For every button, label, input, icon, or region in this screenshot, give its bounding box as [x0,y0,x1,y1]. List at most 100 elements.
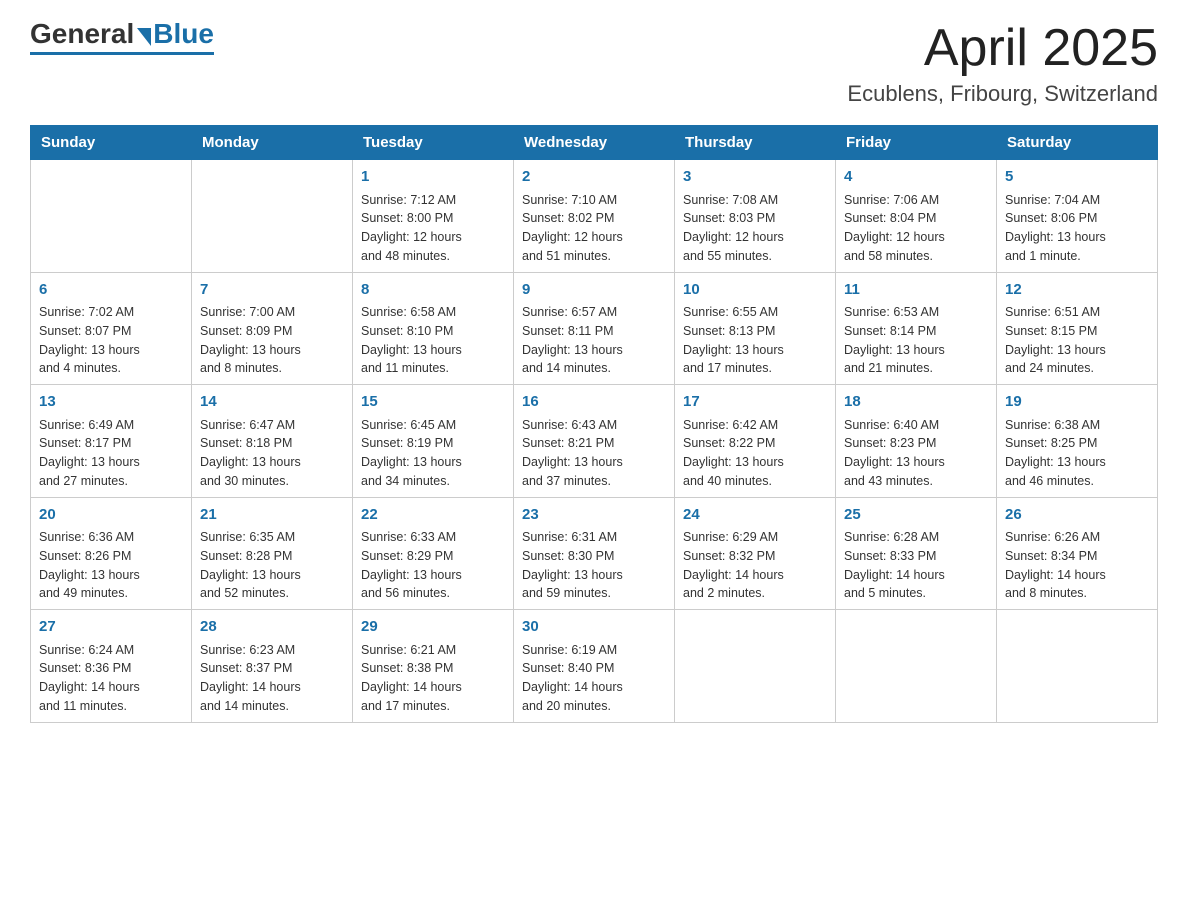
day-info: Sunrise: 7:08 AM [683,191,827,210]
day-info: and 37 minutes. [522,472,666,491]
cell-content: 2Sunrise: 7:10 AMSunset: 8:02 PMDaylight… [522,166,666,266]
day-number: 7 [200,279,344,302]
calendar-cell: 4Sunrise: 7:06 AMSunset: 8:04 PMDaylight… [836,160,997,273]
day-info: Sunset: 8:02 PM [522,209,666,228]
day-number: 23 [522,504,666,527]
cell-content: 7Sunrise: 7:00 AMSunset: 8:09 PMDaylight… [200,279,344,379]
day-info: and 11 minutes. [361,359,505,378]
day-info: Sunset: 8:21 PM [522,434,666,453]
calendar-cell: 14Sunrise: 6:47 AMSunset: 8:18 PMDayligh… [192,385,353,498]
cell-content: 5Sunrise: 7:04 AMSunset: 8:06 PMDaylight… [1005,166,1149,266]
day-info: and 27 minutes. [39,472,183,491]
day-number: 9 [522,279,666,302]
day-number: 3 [683,166,827,189]
day-info: Daylight: 13 hours [683,453,827,472]
calendar-cell: 10Sunrise: 6:55 AMSunset: 8:13 PMDayligh… [675,272,836,385]
cell-content: 4Sunrise: 7:06 AMSunset: 8:04 PMDaylight… [844,166,988,266]
calendar-cell: 27Sunrise: 6:24 AMSunset: 8:36 PMDayligh… [31,610,192,723]
day-info: Sunset: 8:32 PM [683,547,827,566]
logo-general-text: General [30,20,134,48]
day-info: Sunrise: 6:29 AM [683,528,827,547]
day-info: Sunset: 8:10 PM [361,322,505,341]
day-info: and 24 minutes. [1005,359,1149,378]
day-info: Sunset: 8:36 PM [39,659,183,678]
logo-triangle-icon [137,28,151,46]
day-info: Sunrise: 6:58 AM [361,303,505,322]
cell-content: 8Sunrise: 6:58 AMSunset: 8:10 PMDaylight… [361,279,505,379]
day-info: Sunset: 8:22 PM [683,434,827,453]
calendar-cell: 26Sunrise: 6:26 AMSunset: 8:34 PMDayligh… [997,497,1158,610]
day-info: and 1 minute. [1005,247,1149,266]
day-number: 18 [844,391,988,414]
day-info: Sunset: 8:17 PM [39,434,183,453]
calendar-cell [836,610,997,723]
day-info: and 58 minutes. [844,247,988,266]
day-info: Daylight: 14 hours [361,678,505,697]
calendar-cell: 11Sunrise: 6:53 AMSunset: 8:14 PMDayligh… [836,272,997,385]
cell-content: 19Sunrise: 6:38 AMSunset: 8:25 PMDayligh… [1005,391,1149,491]
day-number: 25 [844,504,988,527]
day-info: Sunrise: 7:06 AM [844,191,988,210]
day-info: Daylight: 13 hours [361,453,505,472]
calendar-cell: 17Sunrise: 6:42 AMSunset: 8:22 PMDayligh… [675,385,836,498]
day-info: Daylight: 13 hours [844,341,988,360]
calendar-cell: 7Sunrise: 7:00 AMSunset: 8:09 PMDaylight… [192,272,353,385]
day-info: and 40 minutes. [683,472,827,491]
calendar-cell: 30Sunrise: 6:19 AMSunset: 8:40 PMDayligh… [514,610,675,723]
day-info: and 52 minutes. [200,584,344,603]
cell-content: 27Sunrise: 6:24 AMSunset: 8:36 PMDayligh… [39,616,183,716]
title-section: April 2025 Ecublens, Fribourg, Switzerla… [847,20,1158,107]
day-info: Sunset: 8:14 PM [844,322,988,341]
day-info: Daylight: 13 hours [1005,453,1149,472]
weekday-header-wednesday: Wednesday [514,126,675,160]
cell-content: 6Sunrise: 7:02 AMSunset: 8:07 PMDaylight… [39,279,183,379]
day-info: Sunrise: 6:47 AM [200,416,344,435]
day-info: Daylight: 13 hours [844,453,988,472]
day-info: Sunset: 8:37 PM [200,659,344,678]
day-info: Daylight: 12 hours [522,228,666,247]
calendar-cell: 8Sunrise: 6:58 AMSunset: 8:10 PMDaylight… [353,272,514,385]
calendar-cell: 28Sunrise: 6:23 AMSunset: 8:37 PMDayligh… [192,610,353,723]
day-info: Sunset: 8:06 PM [1005,209,1149,228]
cell-content: 11Sunrise: 6:53 AMSunset: 8:14 PMDayligh… [844,279,988,379]
cell-content: 22Sunrise: 6:33 AMSunset: 8:29 PMDayligh… [361,504,505,604]
day-number: 8 [361,279,505,302]
weekday-header-sunday: Sunday [31,126,192,160]
day-info: and 8 minutes. [1005,584,1149,603]
day-info: Sunset: 8:15 PM [1005,322,1149,341]
day-info: Daylight: 13 hours [361,341,505,360]
day-info: Sunrise: 6:31 AM [522,528,666,547]
day-info: Sunrise: 6:36 AM [39,528,183,547]
day-info: and 30 minutes. [200,472,344,491]
day-info: Daylight: 14 hours [522,678,666,697]
day-info: Sunset: 8:33 PM [844,547,988,566]
day-info: and 8 minutes. [200,359,344,378]
calendar-header-row: SundayMondayTuesdayWednesdayThursdayFrid… [31,126,1158,160]
calendar-cell: 23Sunrise: 6:31 AMSunset: 8:30 PMDayligh… [514,497,675,610]
day-number: 6 [39,279,183,302]
day-number: 29 [361,616,505,639]
calendar-cell: 15Sunrise: 6:45 AMSunset: 8:19 PMDayligh… [353,385,514,498]
day-info: Sunset: 8:30 PM [522,547,666,566]
day-info: Daylight: 13 hours [200,566,344,585]
calendar-week-row: 6Sunrise: 7:02 AMSunset: 8:07 PMDaylight… [31,272,1158,385]
day-number: 22 [361,504,505,527]
day-info: and 17 minutes. [361,697,505,716]
day-info: and 20 minutes. [522,697,666,716]
cell-content: 10Sunrise: 6:55 AMSunset: 8:13 PMDayligh… [683,279,827,379]
day-number: 4 [844,166,988,189]
day-info: Sunset: 8:29 PM [361,547,505,566]
day-info: and 55 minutes. [683,247,827,266]
cell-content: 18Sunrise: 6:40 AMSunset: 8:23 PMDayligh… [844,391,988,491]
day-number: 15 [361,391,505,414]
location-title: Ecublens, Fribourg, Switzerland [847,81,1158,107]
day-info: Sunrise: 6:35 AM [200,528,344,547]
day-info: Sunrise: 6:45 AM [361,416,505,435]
day-info: Sunset: 8:04 PM [844,209,988,228]
day-info: and 5 minutes. [844,584,988,603]
day-info: Daylight: 13 hours [522,341,666,360]
day-info: and 2 minutes. [683,584,827,603]
cell-content: 20Sunrise: 6:36 AMSunset: 8:26 PMDayligh… [39,504,183,604]
day-info: Daylight: 13 hours [39,453,183,472]
day-info: Sunrise: 7:02 AM [39,303,183,322]
